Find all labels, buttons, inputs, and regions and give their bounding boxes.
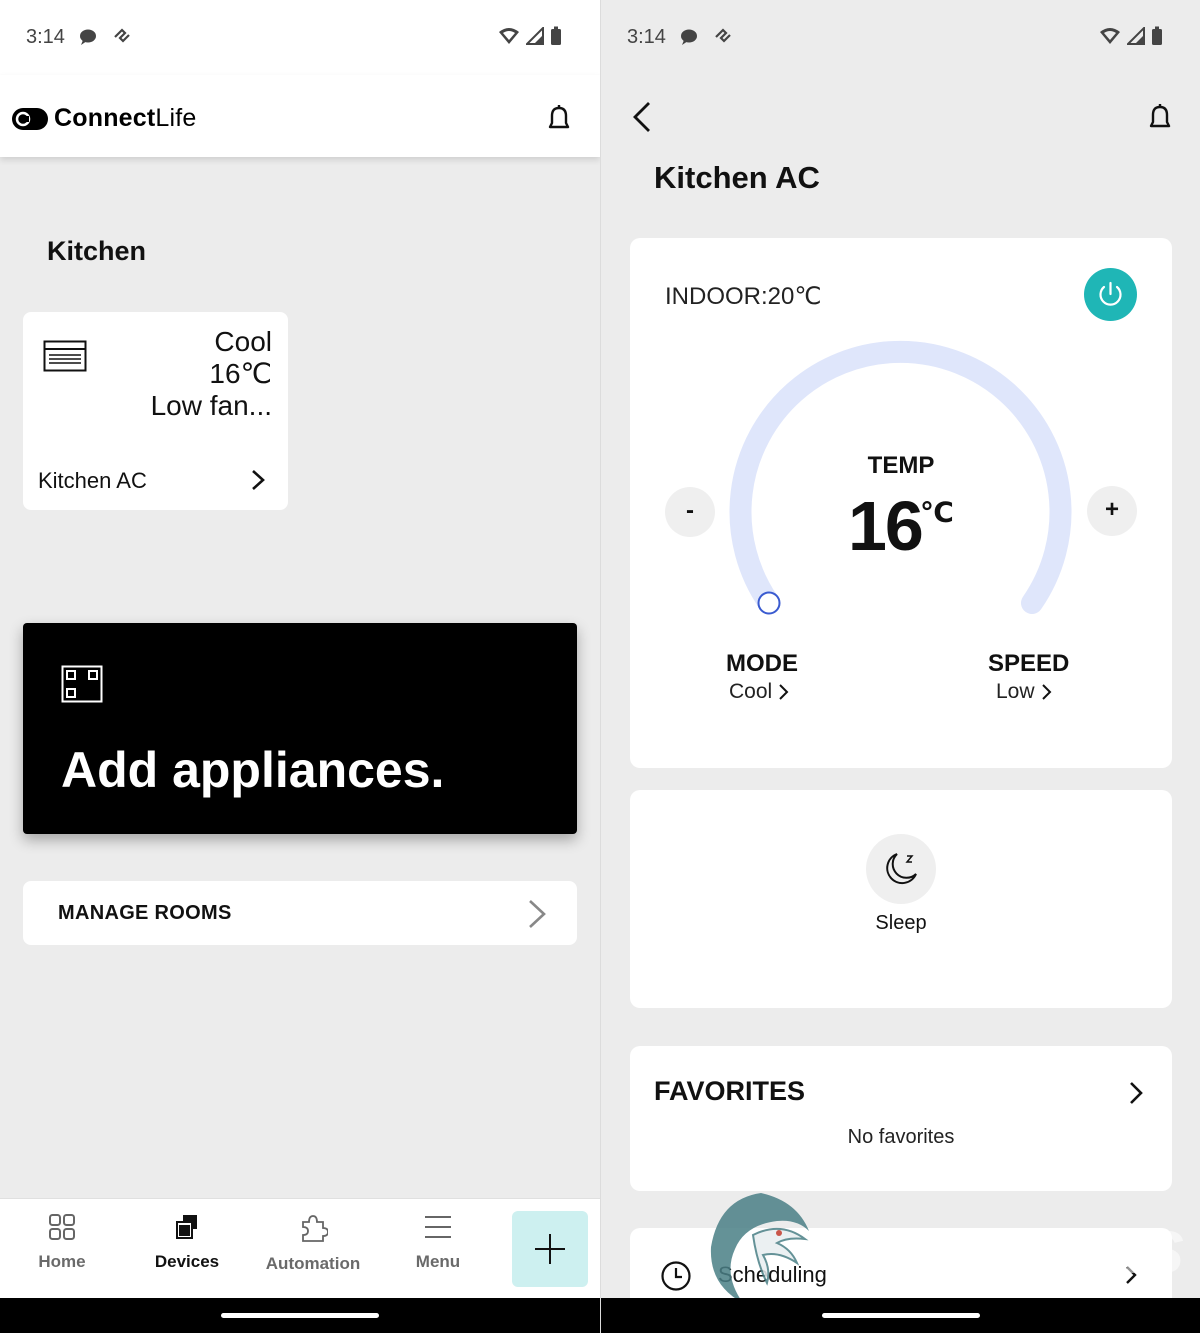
bell-icon[interactable] <box>1144 101 1176 133</box>
promo-text: Add appliances. <box>61 742 445 798</box>
eagle-watermark-icon <box>710 1193 809 1303</box>
nav-menu-label: Menu <box>415 1252 461 1271</box>
temp-label: TEMP <box>867 452 935 479</box>
home-screen: 3:14 ConnectLife Kitchen Cool 16℃ Low fa… <box>0 0 600 1333</box>
bottom-navigation: Home Devices Automation Menu <box>0 1198 600 1298</box>
temp-unit: ℃ <box>920 497 954 528</box>
dial-knob[interactable] <box>757 591 781 615</box>
battery-icon <box>1152 26 1162 45</box>
chevron-right-icon <box>779 684 789 700</box>
status-time: 3:14 <box>627 26 666 48</box>
manage-rooms-label: MANAGE ROOMS <box>58 902 232 924</box>
mode-value: Cool <box>729 680 773 703</box>
status-bar: 3:14 <box>0 0 600 75</box>
favorites-card[interactable]: FAVORITES No favorites <box>630 1046 1172 1191</box>
wifi-icon <box>499 28 519 44</box>
chevron-right-icon <box>1041 684 1051 700</box>
sleep-card: Sleep <box>630 790 1172 1008</box>
chevron-right-icon <box>252 470 265 490</box>
status-time: 3:14 <box>26 26 65 48</box>
nav-devices-label: Devices <box>154 1252 220 1271</box>
add-appliances-banner[interactable]: Add appliances. <box>23 623 577 834</box>
device-status-temp: 16℃ <box>209 358 272 389</box>
home-gesture-bar[interactable] <box>822 1313 980 1318</box>
add-device-button[interactable] <box>512 1211 588 1287</box>
nav-automation[interactable]: Automation <box>258 1213 368 1274</box>
device-status-fan: Low fan... <box>150 390 272 421</box>
status-bar: 3:14 <box>601 0 1200 75</box>
logo-mark-icon <box>12 107 48 130</box>
sleep-label: Sleep <box>875 912 927 934</box>
nav-home-label: Home <box>38 1252 86 1271</box>
nav-automation-label: Automation <box>265 1254 361 1273</box>
notification-app-icon <box>715 28 731 43</box>
watermark-text: TECHAERIS <box>821 1219 1186 1286</box>
nav-menu[interactable]: Menu <box>383 1213 493 1272</box>
mode-title: MODE <box>726 650 798 677</box>
nav-home[interactable]: Home <box>7 1213 117 1272</box>
mode-selector[interactable]: Cool <box>729 680 790 704</box>
wifi-icon <box>1100 28 1120 44</box>
qr-scan-icon <box>61 665 103 703</box>
battery-icon <box>551 26 561 45</box>
notification-app-icon <box>114 28 130 43</box>
manage-rooms-button[interactable]: MANAGE ROOMS <box>23 881 577 945</box>
device-detail-screen: 3:14 Kitchen AC INDOOR:20℃ TEMP 16 ℃ - +… <box>600 0 1200 1333</box>
gesture-nav <box>601 1298 1200 1333</box>
thermostat-card: INDOOR:20℃ TEMP 16 ℃ - + MODE Cool SPEED… <box>630 238 1172 768</box>
air-conditioner-icon <box>43 340 87 372</box>
puzzle-icon <box>302 1215 329 1242</box>
device-card-kitchen-ac[interactable]: Cool 16℃ Low fan... Kitchen AC <box>23 312 288 510</box>
signal-icon <box>526 27 544 45</box>
signal-icon <box>1127 27 1145 45</box>
home-gesture-bar[interactable] <box>221 1313 379 1318</box>
sleep-button[interactable] <box>866 834 936 904</box>
bell-icon[interactable] <box>543 102 575 134</box>
brand-bold: Connect <box>54 104 156 132</box>
message-icon <box>80 29 96 45</box>
nav-devices[interactable]: Devices <box>132 1213 242 1272</box>
favorites-empty-text: No favorites <box>847 1126 955 1148</box>
speed-selector[interactable]: Low <box>996 680 1053 704</box>
chevron-right-icon <box>1130 1082 1143 1104</box>
grid-icon <box>49 1214 75 1240</box>
device-name: Kitchen AC <box>38 468 147 493</box>
chevron-right-icon <box>529 900 546 928</box>
devices-icon <box>176 1215 197 1239</box>
speed-title: SPEED <box>988 650 1070 677</box>
device-status-mode: Cool <box>214 326 272 357</box>
clock-icon <box>661 1261 691 1291</box>
app-header: ConnectLife <box>0 75 600 157</box>
moon-icon <box>886 853 917 885</box>
temperature-dial[interactable] <box>630 238 1172 658</box>
favorites-title: FAVORITES <box>654 1076 806 1106</box>
back-arrow-icon[interactable] <box>629 100 655 134</box>
connectlife-logo: ConnectLife <box>12 104 197 133</box>
device-title: Kitchen AC <box>654 160 820 195</box>
room-title: Kitchen <box>47 236 147 266</box>
temp-value: 16 <box>848 487 924 565</box>
decrease-temp-button[interactable]: - <box>665 487 715 537</box>
device-status: Cool 16℃ Low fan... <box>151 326 272 422</box>
menu-icon <box>425 1216 451 1238</box>
gesture-nav <box>0 1298 600 1333</box>
speed-value: Low <box>996 680 1035 703</box>
plus-icon <box>535 1234 565 1264</box>
increase-temp-button[interactable]: + <box>1087 486 1137 536</box>
message-icon <box>681 29 697 45</box>
brand-light: Life <box>155 104 197 132</box>
